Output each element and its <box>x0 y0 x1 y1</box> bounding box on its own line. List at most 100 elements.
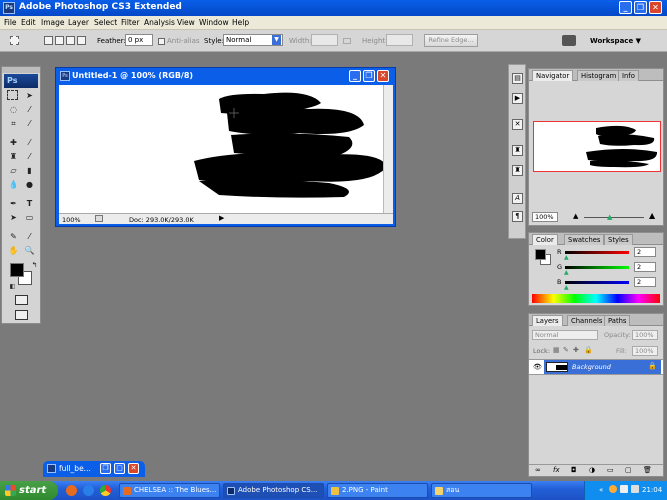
lock-image-icon[interactable]: ✎ <box>563 346 569 354</box>
zoom-out-icon[interactable]: ▲ <box>573 212 578 220</box>
channel-g-thumb[interactable]: ▲ <box>564 269 569 276</box>
eyedropper-sample-icon[interactable]: ⁄ <box>23 231 36 243</box>
lock-position-icon[interactable]: ✚ <box>573 346 579 354</box>
eraser-icon[interactable]: ▱ <box>7 165 20 177</box>
status-menu-icon[interactable] <box>95 215 103 222</box>
bridge-icon[interactable] <box>562 35 576 46</box>
status-arrow-icon[interactable]: ▶ <box>219 214 224 222</box>
channel-r-slider[interactable] <box>565 251 629 254</box>
menu-window[interactable]: Window <box>199 18 229 27</box>
magic-wand-icon[interactable]: ⁄ <box>23 104 36 116</box>
feather-input[interactable]: 0 px <box>125 34 153 46</box>
zoom-icon[interactable]: 🔍 <box>23 245 36 257</box>
navigator-preview[interactable] <box>533 121 661 172</box>
default-colors-icon[interactable]: ◧ <box>6 281 19 293</box>
task-photoshop[interactable]: Adobe Photoshop CS... <box>223 483 324 498</box>
clone-stamp-icon[interactable]: ♜ <box>7 151 20 163</box>
refine-edge-button[interactable]: Refine Edge... <box>424 34 478 47</box>
channel-r-thumb[interactable]: ▲ <box>564 254 569 261</box>
channel-b-input[interactable]: 2 <box>634 277 656 287</box>
maximize-button[interactable]: ❐ <box>634 1 647 14</box>
type-icon[interactable]: T <box>23 198 36 210</box>
lock-all-icon[interactable]: 🔒 <box>584 346 593 354</box>
blend-mode-select[interactable]: Normal <box>532 330 598 340</box>
doc-zoom[interactable]: 100% <box>62 216 81 224</box>
quick-mask-icon[interactable] <box>15 295 28 305</box>
channel-g-slider[interactable] <box>565 266 629 269</box>
minimized-restore-button[interactable]: ❐ <box>100 463 111 474</box>
menu-layer[interactable]: Layer <box>68 18 89 27</box>
intersect-selection-icon[interactable] <box>77 36 86 45</box>
tab-info[interactable]: Info <box>618 70 639 81</box>
toolbox-grip[interactable] <box>2 67 40 73</box>
channel-g-input[interactable]: 2 <box>634 262 656 272</box>
tray-network-icon[interactable] <box>620 485 628 493</box>
canvas[interactable] <box>59 85 386 213</box>
vertical-scrollbar[interactable] <box>383 85 393 213</box>
tray-volume-icon[interactable] <box>631 485 639 493</box>
width-input[interactable] <box>311 34 338 46</box>
start-button[interactable]: start <box>0 481 58 500</box>
menu-select[interactable]: Select <box>94 18 117 27</box>
gradient-icon[interactable]: ▮ <box>23 165 36 177</box>
layer-row[interactable]: 👁 Background 🔒 <box>529 359 663 375</box>
menu-file[interactable]: File <box>4 18 17 27</box>
actions-panel-icon[interactable]: ▶ <box>512 93 523 104</box>
move-icon[interactable]: ➤ <box>23 90 36 102</box>
clock[interactable]: 21:04 <box>642 486 662 494</box>
antialias-checkbox[interactable] <box>158 38 165 45</box>
tool-presets-icon[interactable]: ✕ <box>512 119 523 130</box>
hand-icon[interactable]: ✋ <box>7 245 20 257</box>
eyedropper-icon[interactable]: ⁄ <box>23 118 36 130</box>
tab-histogram[interactable]: Histogram <box>577 70 621 81</box>
tab-color[interactable]: Color <box>532 234 558 245</box>
paragraph-panel-icon[interactable]: ¶ <box>512 211 523 222</box>
brushes-panel-icon[interactable]: ♜ <box>512 145 523 156</box>
fill-input[interactable]: 100% <box>632 346 658 356</box>
style-select[interactable]: Normal ▼ <box>223 34 283 46</box>
menu-edit[interactable]: Edit <box>21 18 36 27</box>
color-spectrum-bar[interactable] <box>532 294 660 303</box>
tray-expand-icon[interactable]: « <box>599 486 603 494</box>
menu-view[interactable]: View <box>177 18 195 27</box>
lasso-icon[interactable]: ◌ <box>7 104 20 116</box>
minimize-button[interactable]: _ <box>619 1 632 14</box>
firefox-icon[interactable] <box>66 485 77 496</box>
navigator-zoom-input[interactable]: 100% <box>532 212 558 222</box>
menu-filter[interactable]: Filter <box>121 18 140 27</box>
eye-icon[interactable]: 👁 <box>533 363 542 371</box>
rectangle-icon[interactable]: ▭ <box>23 212 36 224</box>
menu-help[interactable]: Help <box>232 18 249 27</box>
lock-transparency-icon[interactable]: ▦ <box>553 346 560 354</box>
layer-name[interactable]: Background <box>572 363 611 371</box>
minimized-document-window[interactable]: full_be... ❐ ▢ ✕ <box>43 461 145 477</box>
blur-icon[interactable]: 💧 <box>7 179 20 191</box>
workspace-menu[interactable]: Workspace ▼ <box>590 37 641 45</box>
layer-style-icon[interactable]: fx <box>553 466 560 474</box>
channel-b-slider[interactable] <box>565 281 629 284</box>
subtract-selection-icon[interactable] <box>66 36 75 45</box>
delete-layer-icon[interactable]: 🗑 <box>643 466 652 474</box>
add-selection-icon[interactable] <box>55 36 64 45</box>
zoom-slider[interactable] <box>584 217 644 218</box>
menu-image[interactable]: Image <box>41 18 65 27</box>
minimized-close-button[interactable]: ✕ <box>128 463 139 474</box>
crop-icon[interactable]: ⌗ <box>7 118 20 130</box>
doc-close-button[interactable]: ✕ <box>377 70 389 82</box>
marquee-icon[interactable] <box>7 90 18 100</box>
swap-colors-icon[interactable]: ↰ <box>28 259 41 271</box>
close-button[interactable]: ✕ <box>649 1 662 14</box>
marquee-tool-icon[interactable] <box>10 36 19 45</box>
tab-navigator[interactable]: Navigator <box>532 70 574 81</box>
brush-icon[interactable]: ⁄ <box>23 137 36 149</box>
clone-source-icon[interactable]: ♜ <box>512 165 523 176</box>
height-input[interactable] <box>386 34 413 46</box>
tab-layers[interactable]: Layers <box>532 315 563 326</box>
link-layers-icon[interactable]: ∞ <box>535 466 541 474</box>
channel-r-input[interactable]: 2 <box>634 247 656 257</box>
document-window[interactable]: Ps Untitled-1 @ 100% (RGB/8) _ ❐ ✕ 100% … <box>55 67 396 227</box>
opacity-input[interactable]: 100% <box>632 330 658 340</box>
new-selection-icon[interactable] <box>44 36 53 45</box>
notes-icon[interactable]: ✎ <box>7 231 20 243</box>
screen-mode-icon[interactable] <box>15 310 28 320</box>
